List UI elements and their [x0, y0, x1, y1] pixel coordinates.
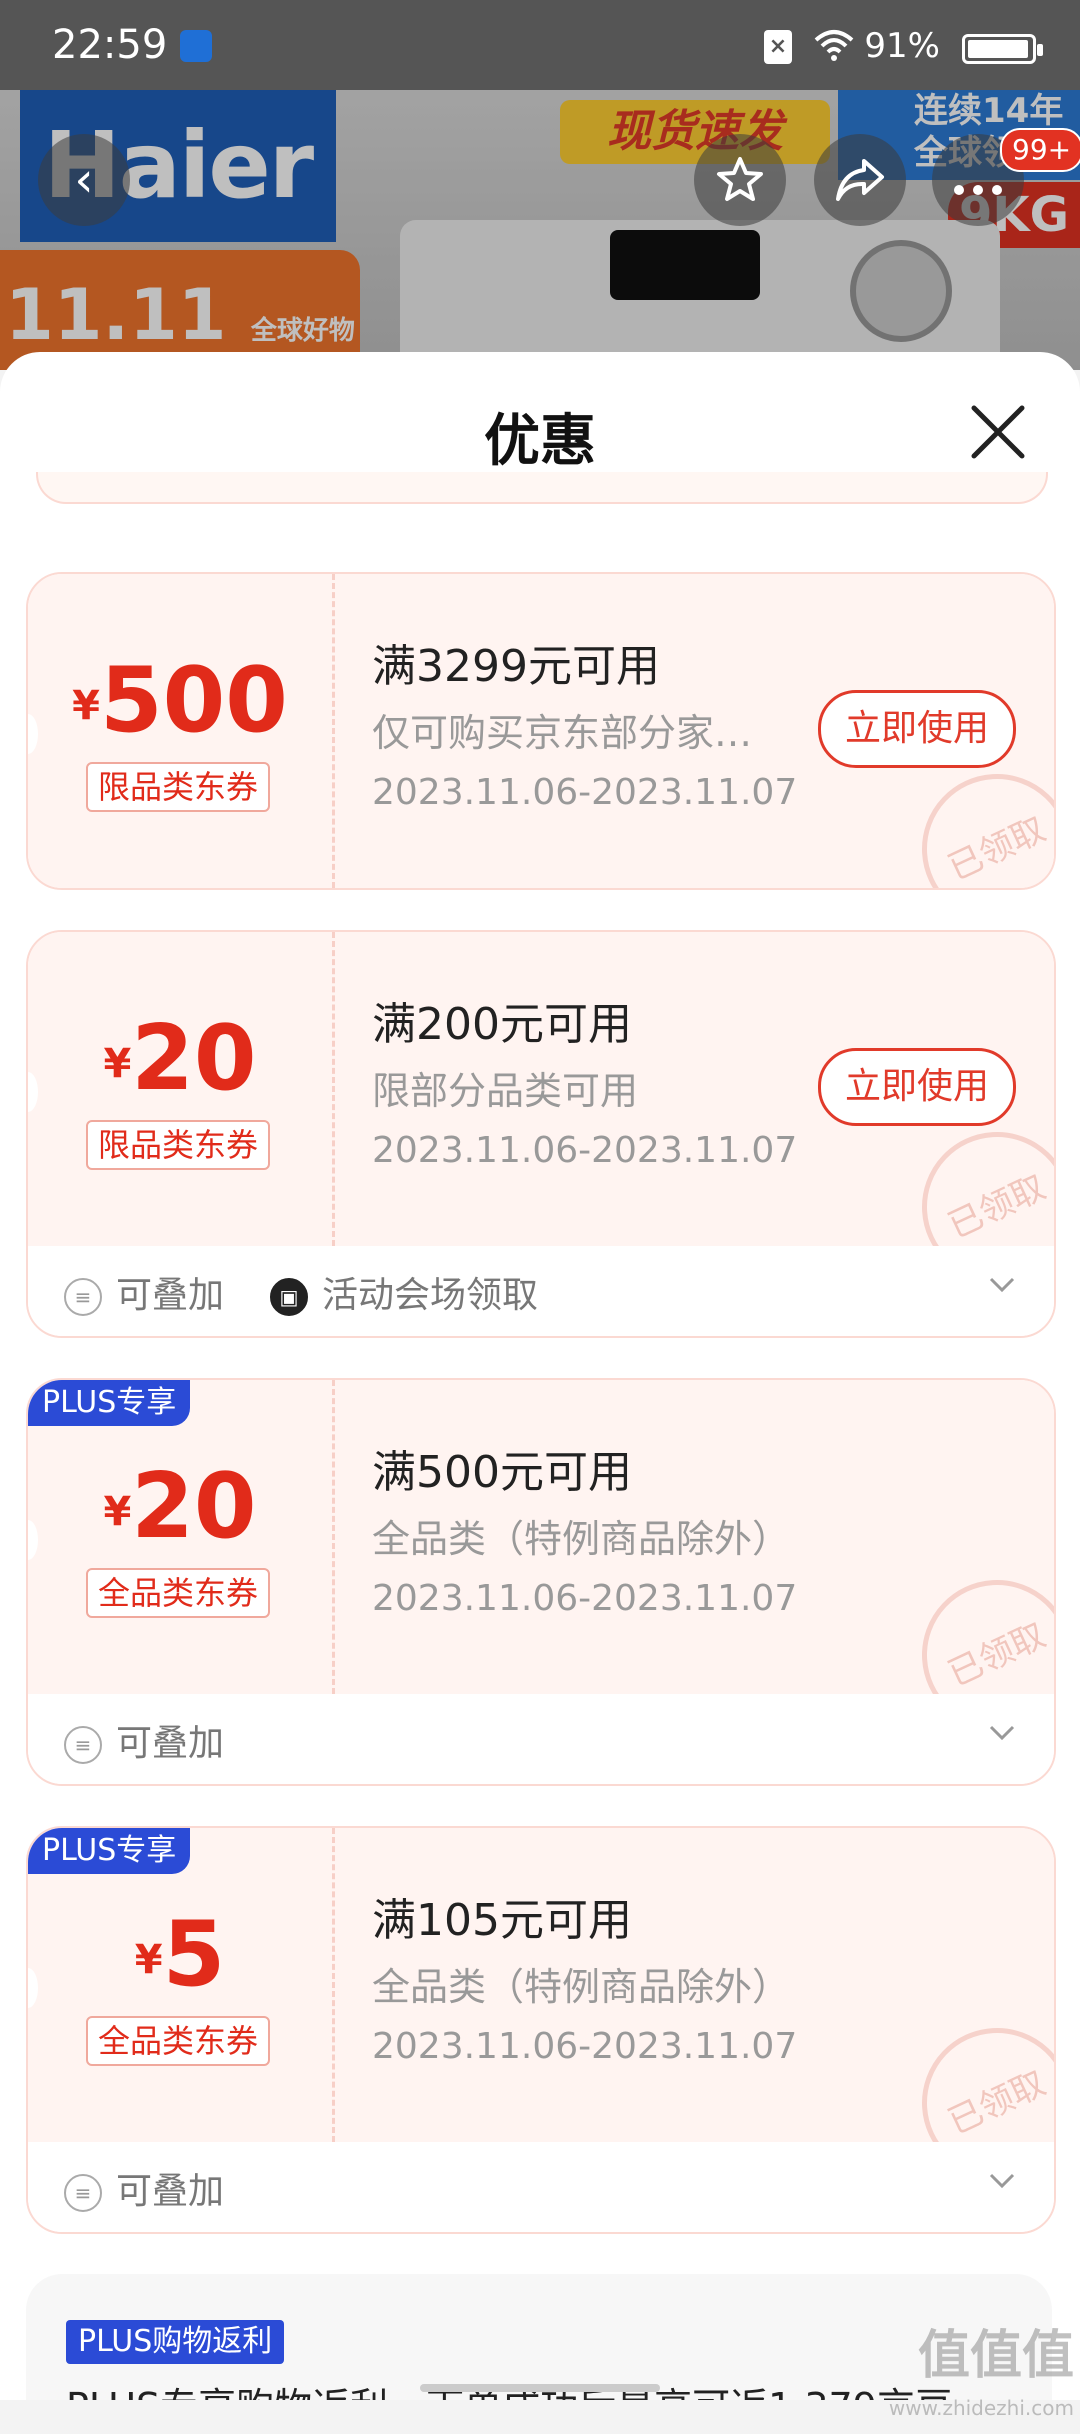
favorite-button[interactable] [694, 134, 786, 226]
claimed-stamp: 已领取 [897, 749, 1054, 888]
coupon-condition: 满3299元可用 [372, 641, 660, 692]
status-bar: 22:59 × 91% [0, 0, 1080, 90]
plus-exclusive-tag: PLUS专享 [28, 1380, 191, 1426]
stackable-label: ≡ 可叠加 [64, 1266, 224, 1318]
stackable-label: ≡ 可叠加 [64, 1714, 224, 1766]
coupon-amount: ¥20 [103, 1454, 257, 1559]
home-indicator [420, 2384, 660, 2392]
battery-percent: 91% [864, 26, 940, 66]
coupon-type-tag: 全品类东券 [86, 2016, 271, 2066]
battery-icon [962, 34, 1043, 64]
stackable-label: ≡ 可叠加 [64, 2162, 224, 2214]
chevron-down-icon[interactable] [988, 1270, 1016, 1298]
coupon-card: ¥5 全品类东券 满105元可用 全品类（特例商品除外） 2023.11.06-… [26, 1826, 1056, 2234]
coupon-card: ¥20 全品类东券 满500元可用 全品类（特例商品除外） 2023.11.06… [26, 1378, 1056, 1786]
coupon-validity: 2023.11.06-2023.11.07 [372, 2026, 798, 2067]
product-banner: Haier 现货速发 连续14年 全球领 9KG 11.11 全球好物 ‹ 99… [0, 90, 1080, 370]
coupon-card: ¥500 限品类东券 满3299元可用 仅可购买京东部分家电商品 2023.11… [26, 572, 1056, 890]
app-notification-icon [180, 30, 212, 62]
coupon-footer[interactable]: ≡ 可叠加 [28, 1694, 1054, 1784]
wifi-icon [814, 30, 854, 61]
stack-icon: ≡ [64, 1726, 102, 1764]
back-button[interactable]: ‹ [38, 134, 130, 226]
sheet-title: 优惠 [484, 409, 596, 474]
chevron-down-icon[interactable] [988, 2166, 1016, 2194]
coupon-type-tag: 全品类东券 [86, 1568, 271, 1618]
coupon-footer[interactable]: ≡ 可叠加 ▣ 活动会场领取 [28, 1246, 1054, 1336]
more-icon [954, 185, 1002, 195]
use-now-button[interactable]: 立即使用 [817, 690, 1016, 768]
share-button[interactable] [814, 134, 906, 226]
coupon-description: 全品类（特例商品除外） [372, 1517, 791, 1561]
stack-icon: ≡ [64, 1278, 102, 1316]
previous-coupon-edge [36, 472, 1048, 504]
coupon-type-tag: 限品类东券 [86, 762, 271, 812]
coupon-sheet: 优惠 ¥500 限品类东券 满3299元可用 仅可购买京东部分家电商品 2023… [0, 352, 1080, 2400]
cart-count-badge: 99+ [1000, 128, 1080, 172]
coupon-footer[interactable]: ≡ 可叠加 [28, 2142, 1054, 2232]
coupon-condition: 满200元可用 [372, 999, 632, 1050]
plus-exclusive-tag: PLUS专享 [28, 1828, 191, 1874]
coupon-description: 仅可购买京东部分家电商品 [372, 711, 762, 755]
coupon-description: 全品类（特例商品除外） [372, 1965, 791, 2009]
sim-icon: × [764, 30, 792, 64]
use-now-button[interactable]: 立即使用 [817, 1048, 1016, 1126]
plus-rebate-tag: PLUS购物返利 [66, 2320, 285, 2364]
close-icon[interactable] [970, 404, 1026, 460]
status-time: 22:59 [52, 22, 168, 68]
coupon-validity: 2023.11.06-2023.11.07 [372, 1578, 798, 1619]
chevron-down-icon[interactable] [988, 1718, 1016, 1746]
coupon-amount: ¥500 [72, 648, 288, 753]
star-icon [717, 157, 763, 201]
coupon-validity: 2023.11.06-2023.11.07 [372, 1130, 798, 1171]
coupon-condition: 满500元可用 [372, 1447, 632, 1498]
coupon-condition: 满105元可用 [372, 1895, 632, 1946]
watermark: 值值值 www.zhidezhi.com [888, 2326, 1074, 2420]
share-icon [836, 159, 884, 201]
banner-overlay [0, 90, 1080, 370]
coupon-description: 限部分品类可用 [372, 1069, 639, 1113]
coupon-card: ¥20 限品类东券 满200元可用 限部分品类可用 2023.11.06-202… [26, 930, 1056, 1338]
coupon-amount: ¥20 [103, 1006, 257, 1111]
coupon-validity: 2023.11.06-2023.11.07 [372, 772, 798, 813]
coupon-amount: ¥5 [134, 1902, 226, 2007]
source-label: ▣ 活动会场领取 [270, 1266, 538, 1318]
coupon-type-tag: 限品类东券 [86, 1120, 271, 1170]
stack-icon: ≡ [64, 2174, 102, 2212]
ticket-icon: ▣ [270, 1278, 308, 1316]
